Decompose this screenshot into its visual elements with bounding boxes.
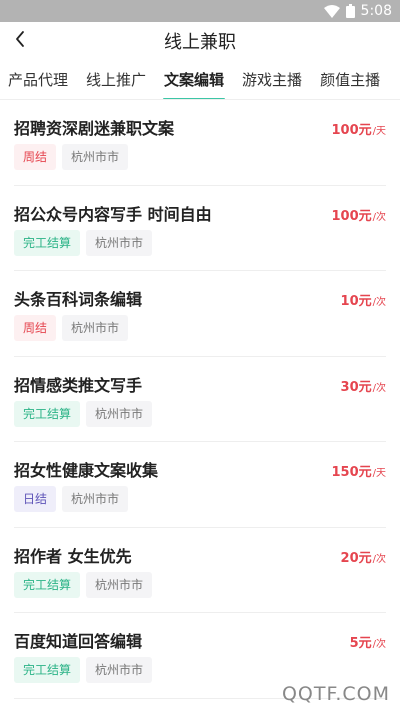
salary-unit: /次: [372, 382, 386, 394]
salary-unit: /天: [372, 468, 386, 479]
job-tags: 完工结算 杭州市市: [14, 571, 153, 598]
job-salary: 10元/次: [341, 290, 386, 309]
salary-unit: /次: [372, 553, 386, 565]
job-salary: 100元/天: [331, 119, 386, 138]
job-salary: 150元/天: [331, 461, 386, 480]
job-title: 头条百科词条编辑: [14, 290, 143, 309]
job-list-item[interactable]: 招聘资深剧迷兼职文案 100元/天周结 杭州市市: [14, 100, 386, 186]
job-salary: 100元/次: [331, 205, 386, 224]
salary-unit: /天: [372, 126, 386, 137]
job-list: 招聘资深剧迷兼职文案 100元/天 周结 杭州市市 招公众号内容写手 时间自由 100元/…: [0, 100, 400, 699]
salary-amount: 100元: [331, 123, 372, 138]
chevron-left-icon: [14, 30, 26, 52]
salary-amount: 10元: [340, 294, 372, 309]
settlement-tag: 完工结算: [14, 400, 81, 427]
job-list-item[interactable]: 头条百科词条编辑 10元/次周结 杭州市市: [14, 271, 386, 357]
job-tags: 周结 杭州市市: [14, 144, 129, 170]
job-salary: 20元/次: [341, 547, 386, 566]
tab-2[interactable]: 文案编辑: [155, 60, 233, 99]
tab-3[interactable]: 游戏主播: [233, 60, 311, 99]
page-title: 线上兼职: [164, 32, 236, 53]
job-list-item[interactable]: 招公众号内容写手 时间自由 100元/次完工结算 杭州市市: [14, 186, 386, 271]
job-title: 招聘资深剧迷兼职文案: [14, 119, 175, 138]
settlement-tag: 完工结算: [14, 229, 81, 256]
settlement-tag: 周结: [14, 144, 57, 170]
job-list-item[interactable]: 招情感类推文写手 30元/次完工结算 杭州市市: [14, 357, 386, 442]
salary-amount: 30元: [340, 379, 372, 395]
back-button[interactable]: [8, 29, 32, 53]
job-title: 招情感类推文写手: [14, 375, 143, 395]
salary-amount: 100元: [331, 208, 372, 224]
settlement-tag: 完工结算: [14, 657, 81, 683]
job-list-item[interactable]: 招作者 女生优先 20元/次完工结算 杭州市市: [14, 528, 386, 613]
job-title: 百度知道回答编辑: [14, 632, 143, 651]
job-title: 招女性健康文案收集: [14, 461, 159, 480]
city-tag: 杭州市市: [62, 486, 129, 512]
job-title: 招公众号内容写手 时间自由: [14, 204, 212, 224]
watermark: QQTF.COM: [281, 683, 390, 705]
nav-bar: 线上兼职: [0, 22, 400, 60]
category-tabs: 产品代理 线上推广 文案编辑 游戏主播 颜值主播: [0, 60, 400, 100]
status-bar: 5:08: [0, 0, 400, 22]
salary-amount: 5元: [349, 636, 372, 651]
city-tag: 杭州市市: [86, 400, 153, 427]
salary-unit: /次: [372, 211, 386, 223]
tab-4[interactable]: 颜值主播: [311, 60, 389, 99]
job-tags: 完工结算 杭州市市: [14, 657, 153, 683]
city-tag: 杭州市市: [86, 657, 153, 683]
status-time: 5:08: [360, 3, 392, 19]
salary-unit: /次: [372, 639, 386, 650]
tab-0[interactable]: 产品代理: [0, 60, 77, 99]
salary-unit: /次: [372, 297, 386, 308]
tab-1[interactable]: 线上推广: [77, 60, 155, 99]
salary-amount: 150元: [331, 465, 372, 480]
city-tag: 杭州市市: [86, 571, 153, 598]
job-salary: 5元/次: [350, 632, 386, 651]
job-title: 招作者 女生优先: [14, 546, 132, 566]
salary-amount: 20元: [340, 550, 372, 566]
job-salary: 30元/次: [341, 376, 386, 395]
city-tag: 杭州市市: [62, 144, 129, 170]
wifi-icon: [323, 4, 340, 18]
job-tags: 日结 杭州市市: [14, 486, 129, 512]
settlement-tag: 周结: [14, 315, 57, 341]
city-tag: 杭州市市: [86, 229, 153, 256]
battery-icon: [345, 4, 355, 18]
settlement-tag: 完工结算: [14, 571, 81, 598]
job-tags: 完工结算 杭州市市: [14, 229, 153, 256]
settlement-tag: 日结: [14, 486, 57, 512]
job-list-item[interactable]: 招女性健康文案收集 150元/天日结 杭州市市: [14, 442, 386, 528]
city-tag: 杭州市市: [62, 315, 129, 341]
job-tags: 周结 杭州市市: [14, 315, 129, 341]
job-tags: 完工结算 杭州市市: [14, 400, 153, 427]
